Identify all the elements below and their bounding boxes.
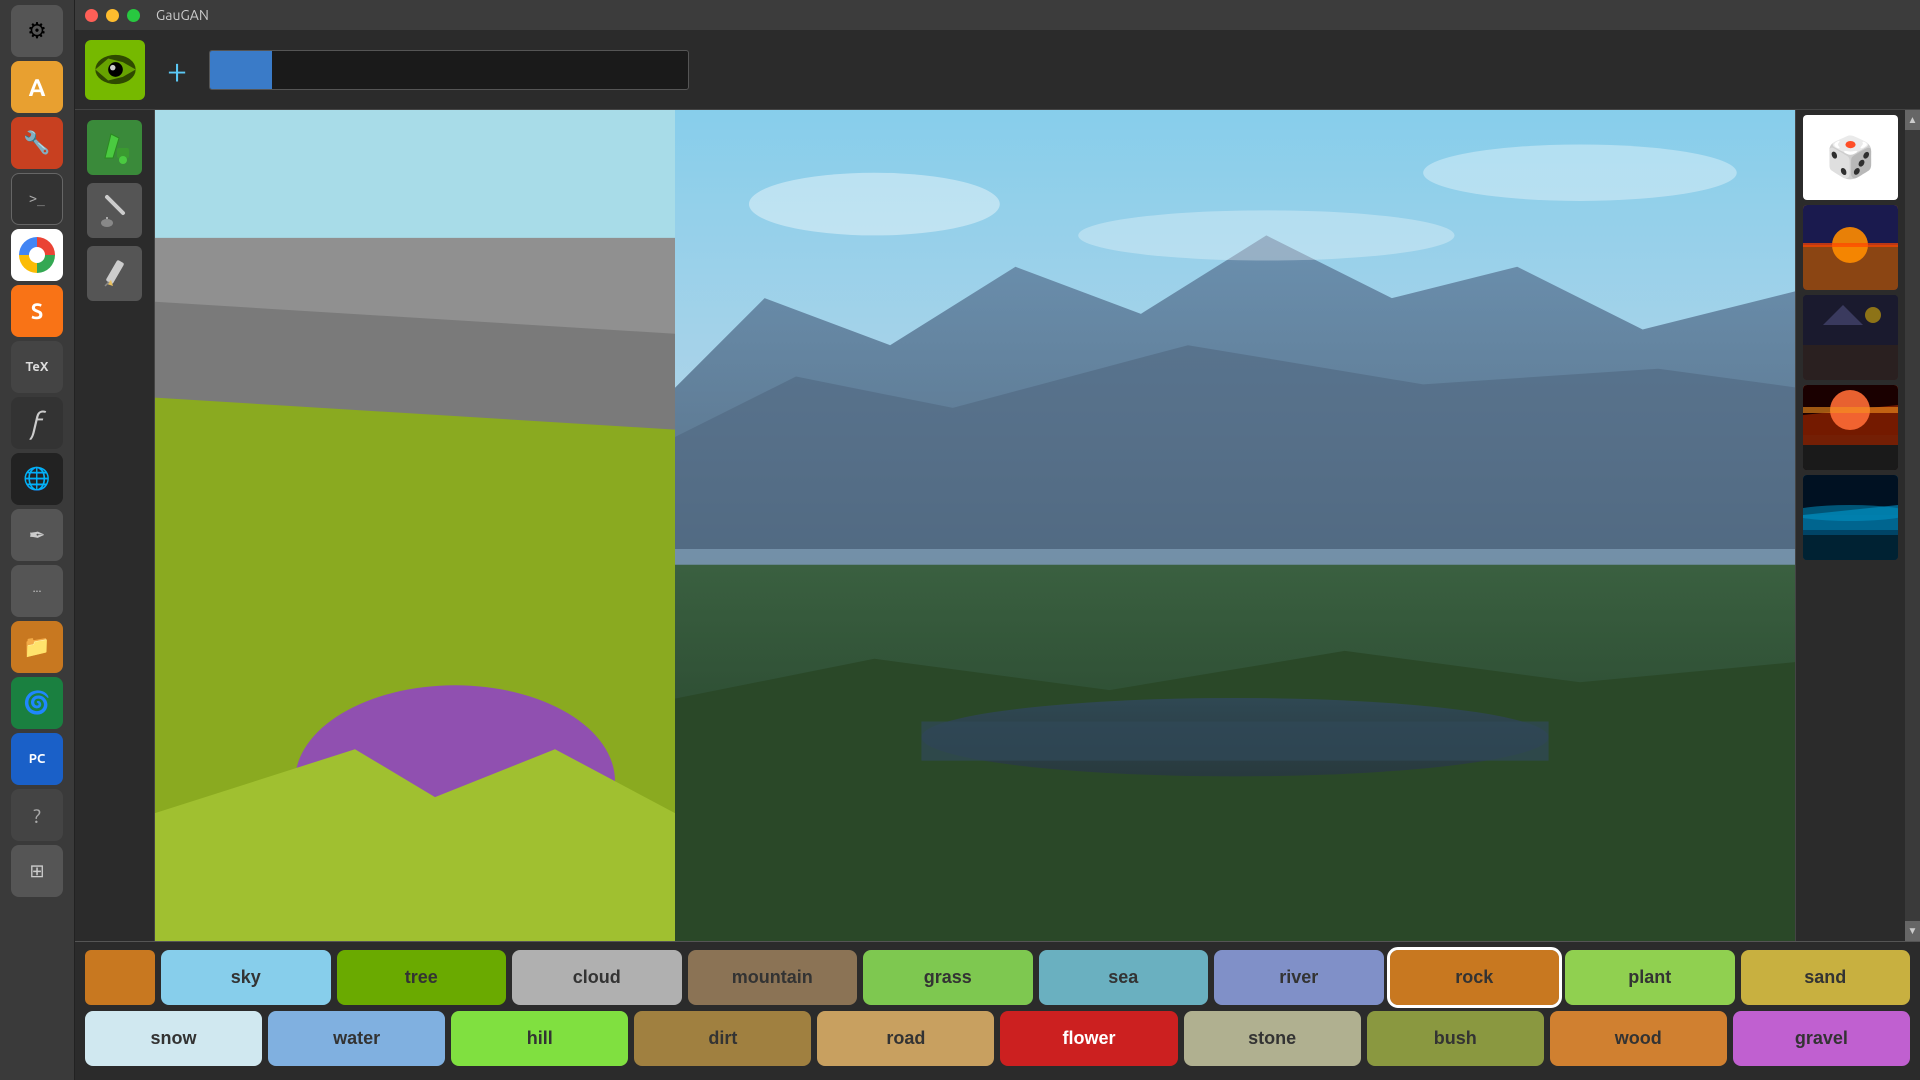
label-row-1: sky tree cloud mountain grass sea river … [80, 950, 1915, 1005]
tex-icon[interactable]: TeX [11, 341, 63, 393]
sea-label-button[interactable]: sea [1039, 950, 1209, 1005]
tools-panel [75, 110, 155, 941]
titlebar: GauGAN [75, 0, 1920, 30]
toolbar: + [75, 30, 1920, 110]
right-panel: 🎲 [1795, 110, 1920, 941]
bush-label-button[interactable]: bush [1367, 1011, 1544, 1066]
question-icon[interactable]: ? [11, 789, 63, 841]
folder-icon[interactable]: 📁 [11, 621, 63, 673]
sky-label-button[interactable]: sky [161, 950, 331, 1005]
maximize-dot[interactable] [127, 9, 140, 22]
scroll-up-arrow[interactable]: ▲ [1905, 110, 1920, 130]
swirl-icon[interactable]: 🌀 [11, 677, 63, 729]
rock-label-button[interactable]: rock [1390, 950, 1560, 1005]
snow-label-button[interactable]: snow [85, 1011, 262, 1066]
progress-fill [210, 51, 272, 89]
segmentation-canvas[interactable] [155, 110, 675, 941]
hill-label-button[interactable]: hill [451, 1011, 628, 1066]
plant-label-button[interactable]: plant [1565, 950, 1735, 1005]
close-dot[interactable] [85, 9, 98, 22]
sand-label-button[interactable]: sand [1741, 950, 1911, 1005]
font2-icon[interactable]: f [11, 397, 63, 449]
nvidia-logo [85, 40, 145, 100]
globe-icon[interactable]: 🌐 [11, 453, 63, 505]
stone-label-button[interactable]: stone [1184, 1011, 1361, 1066]
pen-icon[interactable]: ✒ [11, 509, 63, 561]
dark-thumb[interactable] [1803, 295, 1898, 380]
progress-bar [209, 50, 689, 90]
label-row-2: snow water hill dirt road flower stone b… [80, 1011, 1915, 1066]
minimize-dot[interactable] [106, 9, 119, 22]
chrome-icon[interactable] [11, 229, 63, 281]
new-button[interactable]: + [157, 50, 197, 90]
pencil2-icon[interactable]: ··· [11, 565, 63, 617]
generated-image [675, 110, 1795, 941]
os-sidebar: ⚙ A 🔧 >_ S TeX f 🌐 ✒ ··· 📁 🌀 PC ? ⊞ [0, 0, 75, 1080]
wood-label-button[interactable]: wood [1550, 1011, 1727, 1066]
grid-icon[interactable]: ⊞ [11, 845, 63, 897]
selected-color-swatch[interactable] [85, 950, 155, 1005]
settings-icon[interactable]: 🔧 [11, 117, 63, 169]
app-title: GauGAN [156, 7, 209, 23]
main-container: GauGAN + [75, 0, 1920, 1080]
flower-label-button[interactable]: flower [1000, 1011, 1177, 1066]
sublime-icon[interactable]: S [11, 285, 63, 337]
fill-tool-button[interactable] [87, 120, 142, 175]
generated-image-background [675, 110, 1795, 941]
gravel-label-button[interactable]: gravel [1733, 1011, 1910, 1066]
bottom-section: sky tree cloud mountain grass sea river … [75, 941, 1920, 1080]
cloud-label-button[interactable]: cloud [512, 950, 682, 1005]
scrollbar: ▲ ▼ [1905, 110, 1920, 941]
random-thumb[interactable]: 🎲 [1803, 115, 1898, 200]
dirt-label-button[interactable]: dirt [634, 1011, 811, 1066]
tree-label-button[interactable]: tree [337, 950, 507, 1005]
scroll-down-arrow[interactable]: ▼ [1905, 921, 1920, 941]
terminal-icon[interactable]: >_ [11, 173, 63, 225]
road-label-button[interactable]: road [817, 1011, 994, 1066]
content-row: 🎲 [75, 110, 1920, 941]
warm-thumb[interactable] [1803, 385, 1898, 470]
brush-tool-button[interactable] [87, 183, 142, 238]
ocean-thumb[interactable] [1803, 475, 1898, 560]
thumbnails-panel: 🎲 [1795, 110, 1905, 941]
pencil-tool-button[interactable] [87, 246, 142, 301]
pc-icon[interactable]: PC [11, 733, 63, 785]
river-label-button[interactable]: river [1214, 950, 1384, 1005]
font-icon[interactable]: A [11, 61, 63, 113]
gear-icon[interactable]: ⚙ [11, 5, 63, 57]
mountain-label-button[interactable]: mountain [688, 950, 858, 1005]
sunset-thumb[interactable] [1803, 205, 1898, 290]
grass-label-button[interactable]: grass [863, 950, 1033, 1005]
water-label-button[interactable]: water [268, 1011, 445, 1066]
scroll-track[interactable] [1905, 130, 1920, 921]
